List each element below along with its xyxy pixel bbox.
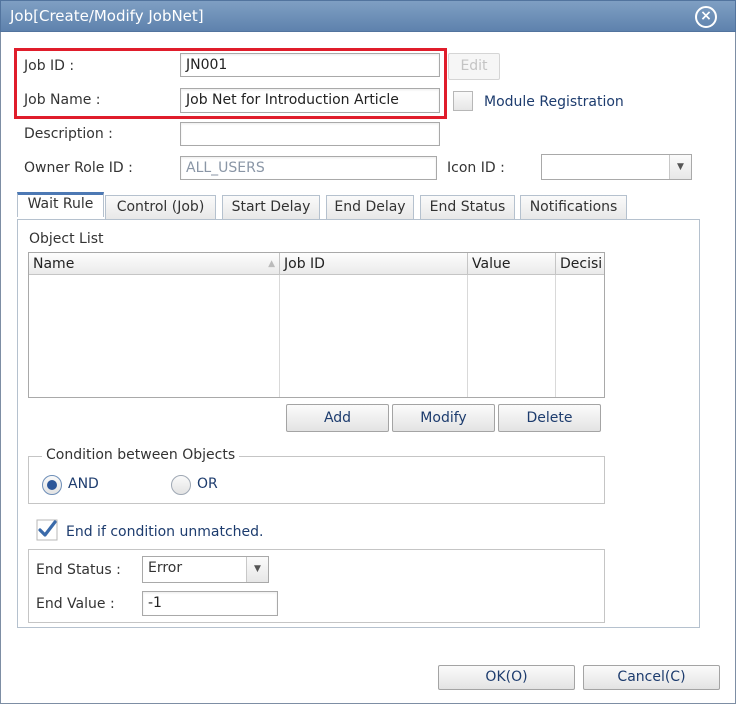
column-job-id-body <box>280 275 468 397</box>
add-button[interactable]: Add <box>286 404 389 432</box>
cancel-button[interactable]: Cancel(C) <box>583 665 720 690</box>
chevron-down-icon: ▼ <box>246 557 268 582</box>
window-title: Job[Create/Modify JobNet] <box>10 7 204 25</box>
job-name-input[interactable]: Job Net for Introduction Article <box>180 88 440 113</box>
delete-button[interactable]: Delete <box>498 404 601 432</box>
tab-notifications[interactable]: Notifications <box>520 195 627 219</box>
icon-id-select[interactable]: ▼ <box>541 154 692 180</box>
column-header-decision[interactable]: Decisi <box>556 253 604 275</box>
job-id-input[interactable]: JN001 <box>180 53 440 77</box>
module-registration-label: Module Registration <box>484 94 624 110</box>
column-header-value[interactable]: Value <box>468 253 556 275</box>
table-header: Name ▲ Job ID Value Decisi <box>29 253 604 275</box>
tab-start-delay[interactable]: Start Delay <box>222 195 320 219</box>
job-name-label: Job Name : <box>24 92 101 108</box>
column-value-body <box>468 275 556 397</box>
end-status-value: Error <box>148 560 183 576</box>
tab-end-delay[interactable]: End Delay <box>326 195 414 219</box>
sort-asc-icon: ▲ <box>268 259 275 269</box>
owner-role-label: Owner Role ID : <box>24 160 133 176</box>
end-value-label: End Value : <box>36 596 115 612</box>
or-label: OR <box>197 476 218 492</box>
description-label: Description : <box>24 126 113 142</box>
chevron-down-icon: ▼ <box>669 155 691 179</box>
job-id-label: Job ID : <box>24 58 75 74</box>
column-name-body <box>29 275 280 397</box>
and-radio[interactable] <box>42 475 62 495</box>
or-radio[interactable] <box>171 475 191 495</box>
checkmark-icon[interactable] <box>36 519 58 541</box>
object-list-table[interactable]: Name ▲ Job ID Value Decisi <box>28 252 605 398</box>
end-status-select[interactable]: Error ▼ <box>142 556 269 583</box>
title-bar: Job[Create/Modify JobNet] × <box>0 0 736 32</box>
edit-button[interactable]: Edit <box>448 53 500 80</box>
condition-fieldset <box>28 456 605 504</box>
ok-button[interactable]: OK(O) <box>438 665 575 690</box>
owner-role-input[interactable]: ALL_USERS <box>180 156 437 180</box>
radio-selected-dot <box>47 480 57 490</box>
end-status-label: End Status : <box>36 562 121 578</box>
tab-control-job[interactable]: Control (Job) <box>105 195 216 219</box>
end-value-input[interactable]: -1 <box>142 591 278 616</box>
tab-wait-rule[interactable]: Wait Rule <box>17 192 104 217</box>
close-icon[interactable]: × <box>695 6 717 28</box>
column-header-name[interactable]: Name ▲ <box>29 253 280 275</box>
icon-id-label: Icon ID : <box>447 160 505 176</box>
tab-end-status[interactable]: End Status <box>420 195 515 219</box>
condition-legend: Condition between Objects <box>42 447 240 463</box>
and-label: AND <box>68 476 99 492</box>
object-list-label: Object List <box>29 231 104 247</box>
modify-button[interactable]: Modify <box>392 404 495 432</box>
module-registration-checkbox[interactable] <box>453 91 473 111</box>
description-input[interactable] <box>180 122 440 146</box>
end-if-unmatched-label: End if condition unmatched. <box>66 524 264 540</box>
column-header-job-id[interactable]: Job ID <box>280 253 468 275</box>
